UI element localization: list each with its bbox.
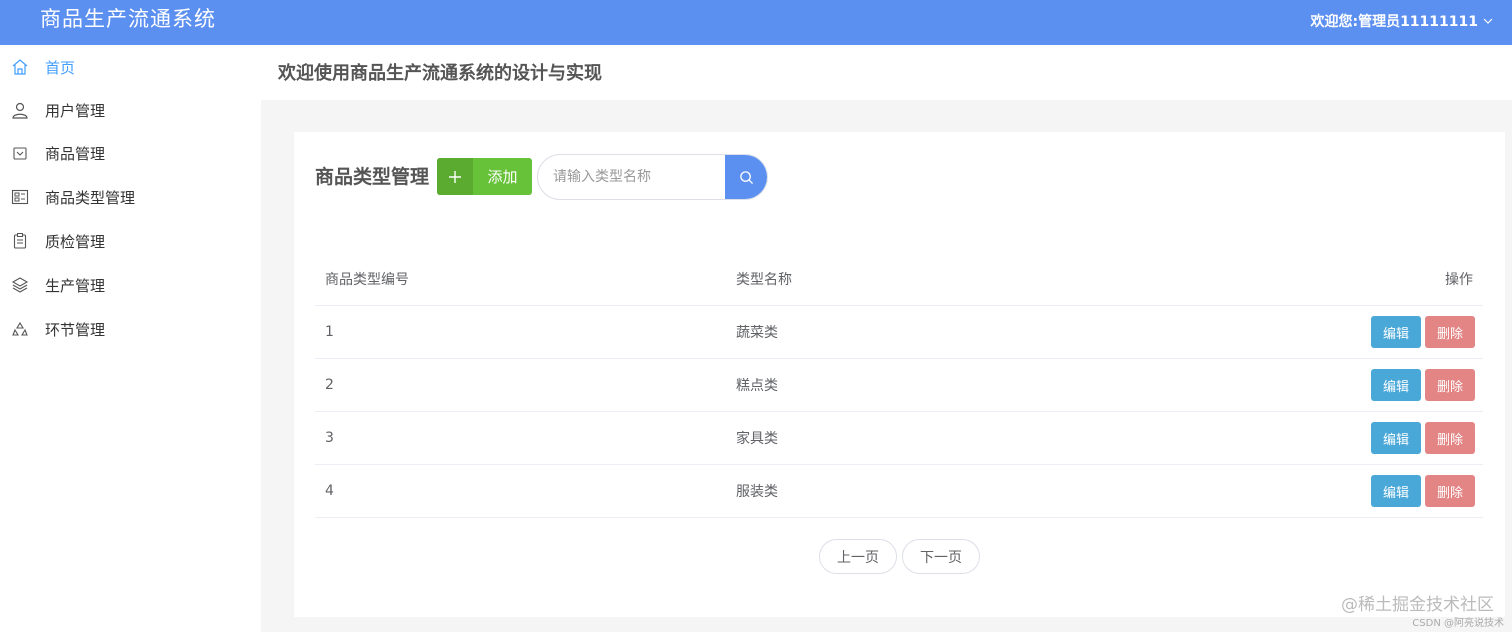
user-menu[interactable]: 欢迎您:管理员11111111 <box>1310 11 1494 31</box>
add-button-label: 添加 <box>487 168 518 186</box>
delete-button[interactable]: 删除 <box>1425 422 1475 454</box>
sidebar-item-types[interactable]: 商品类型管理 <box>0 177 261 217</box>
sidebar-item-production[interactable]: 生产管理 <box>0 265 261 305</box>
data-table: 商品类型编号 类型名称 操作 1 蔬菜类 编辑 删除 2 糕点类 编辑 删除 3… <box>315 252 1483 518</box>
edit-button[interactable]: 编辑 <box>1371 316 1421 348</box>
edit-button[interactable]: 编辑 <box>1371 475 1421 507</box>
cell-type-id: 1 <box>325 324 334 340</box>
prev-page-button[interactable]: 上一页 <box>819 539 897 574</box>
sidebar-item-label: 用户管理 <box>45 102 106 120</box>
watermark: @稀土掘金技术社区 <box>1341 595 1494 615</box>
section-title: 商品类型管理 <box>315 166 430 188</box>
table-row: 1 蔬菜类 编辑 删除 <box>315 306 1483 359</box>
row-actions: 编辑 删除 <box>1371 465 1475 517</box>
sidebar-item-label: 环节管理 <box>45 321 106 339</box>
app-title: 商品生产流通系统 <box>40 7 216 31</box>
search-box <box>537 154 768 200</box>
search-input[interactable] <box>538 155 724 199</box>
table-header-row: 商品类型编号 类型名称 操作 <box>315 252 1483 306</box>
sidebar-item-process[interactable]: 环节管理 <box>0 309 261 349</box>
top-bar: 商品生产流通系统 欢迎您:管理员11111111 <box>0 0 1512 45</box>
content-card: 商品类型管理 添加 商品类型编号 类型名称 操作 1 蔬菜类 编辑 删除 2 糕… <box>294 132 1505 617</box>
row-actions: 编辑 删除 <box>1371 412 1475 464</box>
sidebar-item-users[interactable]: 用户管理 <box>0 90 261 130</box>
cell-type-name: 服装类 <box>736 484 778 500</box>
home-icon <box>11 58 29 76</box>
table-row: 4 服装类 编辑 删除 <box>315 465 1483 518</box>
user-icon <box>11 101 29 119</box>
search-button[interactable] <box>725 155 767 199</box>
sidebar-item-label: 质检管理 <box>45 233 106 251</box>
row-actions: 编辑 删除 <box>1371 306 1475 358</box>
row-actions: 编辑 删除 <box>1371 359 1475 411</box>
table-row: 2 糕点类 编辑 删除 <box>315 359 1483 412</box>
sidebar-item-label: 生产管理 <box>45 277 106 295</box>
goods-icon <box>11 144 29 162</box>
search-icon <box>740 170 754 184</box>
sidebar-item-label: 商品类型管理 <box>45 189 136 207</box>
cell-type-name: 蔬菜类 <box>736 325 778 341</box>
delete-button[interactable]: 删除 <box>1425 475 1475 507</box>
plus-icon <box>437 158 473 195</box>
cell-type-name: 糕点类 <box>736 378 778 394</box>
cell-type-name: 家具类 <box>736 431 778 447</box>
type-icon <box>11 188 29 206</box>
column-header-id: 商品类型编号 <box>325 271 409 288</box>
edit-button[interactable]: 编辑 <box>1371 369 1421 401</box>
page-header: 欢迎使用商品生产流通系统的设计与实现 <box>261 45 1512 100</box>
clipboard-icon <box>11 232 29 250</box>
add-button[interactable]: 添加 <box>437 158 532 195</box>
pagination: 上一页 下一页 <box>819 539 980 574</box>
next-page-button[interactable]: 下一页 <box>902 539 980 574</box>
table-row: 3 家具类 编辑 删除 <box>315 412 1483 465</box>
recycle-icon <box>11 320 29 338</box>
sidebar-item-label: 首页 <box>45 59 76 77</box>
chevron-down-icon <box>1483 18 1493 24</box>
sidebar-item-label: 商品管理 <box>45 145 106 163</box>
column-header-name: 类型名称 <box>736 271 792 288</box>
sidebar-item-goods[interactable]: 商品管理 <box>0 133 261 173</box>
cell-type-id: 3 <box>325 430 334 446</box>
watermark-sub: CSDN @阿亮说技术 <box>1412 618 1504 629</box>
delete-button[interactable]: 删除 <box>1425 369 1475 401</box>
cell-type-id: 2 <box>325 377 334 393</box>
edit-button[interactable]: 编辑 <box>1371 422 1421 454</box>
sidebar-item-quality[interactable]: 质检管理 <box>0 221 261 261</box>
column-header-actions: 操作 <box>1445 271 1473 288</box>
sidebar-item-home[interactable]: 首页 <box>0 47 261 87</box>
cell-type-id: 4 <box>325 483 334 499</box>
delete-button[interactable]: 删除 <box>1425 316 1475 348</box>
user-label: 欢迎您:管理员11111111 <box>1310 14 1478 30</box>
layers-icon <box>11 276 29 294</box>
sidebar: 首页 用户管理 商品管理 商品类型管理 质检管理 生产管理 环节管理 <box>0 45 261 632</box>
page-title: 欢迎使用商品生产流通系统的设计与实现 <box>278 63 602 84</box>
